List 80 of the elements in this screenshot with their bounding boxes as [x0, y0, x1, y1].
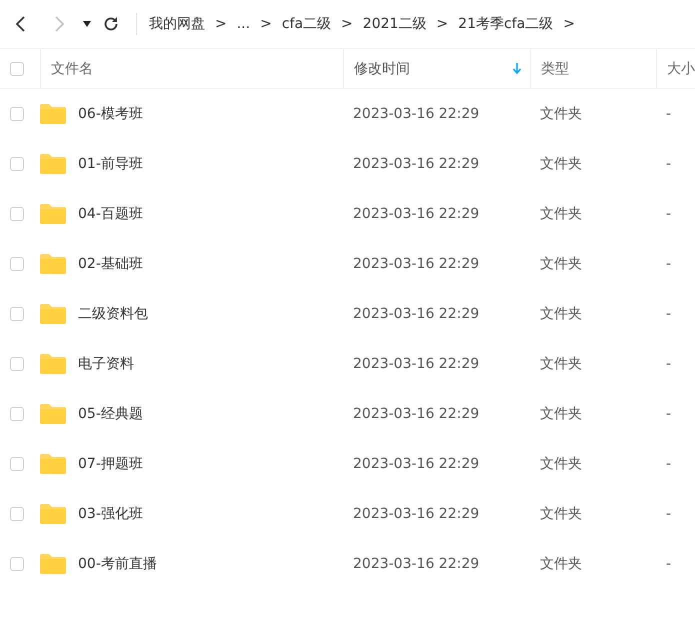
file-size: -	[665, 256, 672, 272]
file-type: 文件夹	[539, 355, 583, 373]
file-size: -	[665, 306, 672, 322]
breadcrumb-separator: >	[215, 16, 227, 32]
file-name[interactable]: 01-前导班	[78, 155, 143, 173]
refresh-icon	[102, 15, 120, 33]
file-type: 文件夹	[539, 555, 583, 573]
folder-icon	[40, 104, 66, 124]
file-type: 文件夹	[539, 155, 583, 173]
folder-icon	[40, 404, 66, 424]
file-size: -	[665, 106, 672, 122]
breadcrumb-link[interactable]: 我的网盘	[147, 15, 207, 33]
breadcrumb-link[interactable]: 21考季cfa二级	[456, 15, 556, 33]
folder-icon	[40, 354, 66, 374]
chevron-left-icon	[15, 16, 27, 32]
file-name[interactable]: 02-基础班	[78, 255, 143, 273]
file-name[interactable]: 05-经典题	[78, 405, 143, 423]
column-header[interactable]: 类型	[530, 49, 656, 88]
breadcrumb-link[interactable]: cfa二级	[280, 15, 334, 33]
modified-time: 2023-03-16 22:29	[352, 456, 480, 472]
file-type: 文件夹	[539, 255, 583, 273]
folder-icon	[40, 204, 66, 224]
folder-icon	[40, 504, 66, 524]
file-size: -	[665, 356, 672, 372]
checkbox[interactable]	[10, 62, 24, 76]
checkbox[interactable]	[10, 107, 24, 121]
folder-icon	[40, 454, 66, 474]
modified-time: 2023-03-16 22:29	[352, 306, 480, 322]
breadcrumb-separator: >	[341, 16, 353, 32]
checkbox[interactable]	[10, 307, 24, 321]
file-name[interactable]: 06-模考班	[78, 105, 143, 123]
modified-time: 2023-03-16 22:29	[352, 506, 480, 522]
file-name[interactable]: 电子资料	[78, 355, 134, 373]
file-type: 文件夹	[539, 505, 583, 523]
column-header[interactable]: 修改时间	[343, 49, 530, 88]
modified-time: 2023-03-16 22:29	[352, 356, 480, 372]
column-header[interactable]: 文件名	[40, 49, 343, 88]
file-name[interactable]: 二级资料包	[78, 305, 148, 323]
modified-time: 2023-03-16 22:29	[352, 256, 480, 272]
folder-icon	[40, 554, 66, 574]
file-size: -	[665, 406, 672, 422]
file-type: 文件夹	[539, 455, 583, 473]
column-header[interactable]: 大小	[656, 49, 695, 88]
folder-icon	[40, 304, 66, 324]
file-name[interactable]: 00-考前直播	[78, 555, 157, 573]
file-size: -	[665, 506, 672, 522]
folder-icon	[40, 154, 66, 174]
file-name[interactable]: 04-百题班	[78, 205, 143, 223]
modified-time: 2023-03-16 22:29	[352, 106, 480, 122]
file-type: 文件夹	[539, 305, 583, 323]
checkbox[interactable]	[10, 507, 24, 521]
breadcrumb-link[interactable]: ...	[234, 16, 252, 32]
breadcrumb-separator: >	[563, 16, 575, 32]
file-type: 文件夹	[539, 405, 583, 423]
checkbox[interactable]	[10, 357, 24, 371]
sort-down-icon	[512, 62, 522, 74]
file-name[interactable]: 03-强化班	[78, 505, 143, 523]
modified-time: 2023-03-16 22:29	[352, 156, 480, 172]
file-size: -	[665, 206, 672, 222]
checkbox[interactable]	[10, 557, 24, 571]
file-name[interactable]: 07-押题班	[78, 455, 143, 473]
checkbox[interactable]	[10, 407, 24, 421]
chevron-right-icon	[53, 16, 65, 32]
checkbox[interactable]	[10, 257, 24, 271]
checkbox[interactable]	[10, 157, 24, 171]
breadcrumb-separator: >	[260, 16, 272, 32]
checkbox[interactable]	[10, 207, 24, 221]
modified-time: 2023-03-16 22:29	[352, 206, 480, 222]
breadcrumb-separator: >	[436, 16, 448, 32]
file-type: 文件夹	[539, 105, 583, 123]
file-type: 文件夹	[539, 205, 583, 223]
caret-down-icon	[83, 21, 91, 27]
breadcrumb-link[interactable]: 2021二级	[360, 15, 428, 33]
modified-time: 2023-03-16 22:29	[352, 556, 480, 572]
modified-time: 2023-03-16 22:29	[352, 406, 480, 422]
folder-icon	[40, 254, 66, 274]
file-size: -	[665, 556, 672, 572]
file-size: -	[665, 156, 672, 172]
file-size: -	[665, 456, 672, 472]
checkbox[interactable]	[10, 457, 24, 471]
